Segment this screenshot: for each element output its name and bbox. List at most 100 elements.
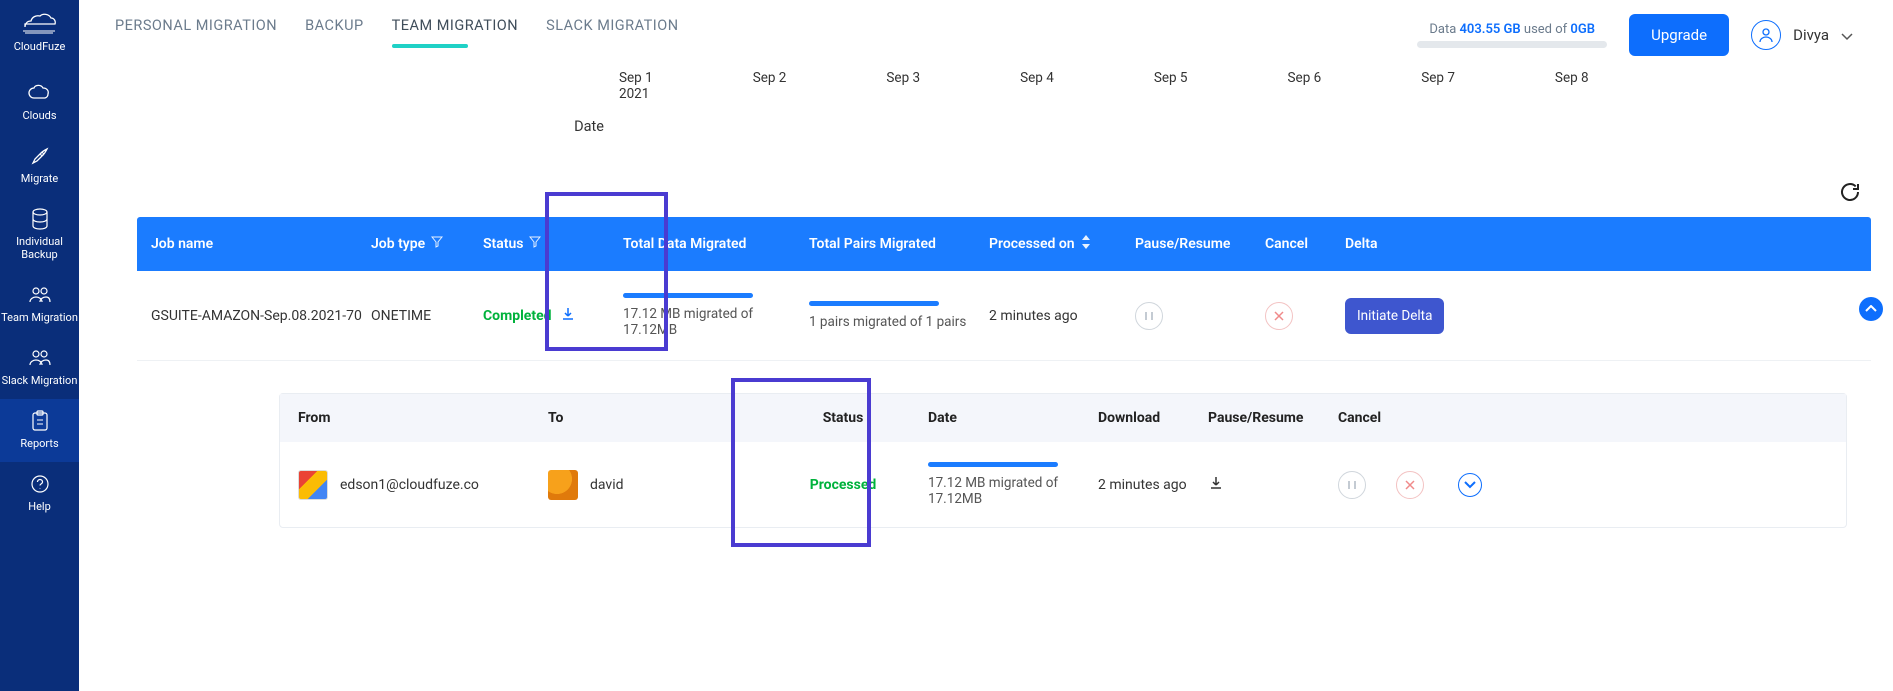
pause-button[interactable] [1135,302,1163,330]
amazon-s3-icon [548,470,578,500]
timeline-date: Sep 7 [1421,70,1455,102]
cell-download-time: 2 minutes ago [1098,477,1208,493]
th-pause: Pause/Resume [1135,236,1265,252]
timeline-date: Sep 2 [753,70,787,102]
cell-processed-on: 2 minutes ago [989,308,1135,324]
usage-bar [1417,41,1607,48]
sub-table: From To Status Date Download Pause/Resum… [279,393,1847,528]
sub-table-header: From To Status Date Download Pause/Resum… [280,394,1846,442]
sidebar-item-help[interactable]: Help [0,462,79,525]
timeline-date: Sep 6 [1288,70,1322,102]
users-icon [27,283,53,307]
timeline-date: Sep 1 2021 [619,70,653,102]
download-icon[interactable] [1208,479,1224,495]
cell-data-migrated: 17.12 MB migrated of 17.12MB [623,293,809,338]
usage-text: Data 403.55 GB used of 0GB [1429,22,1595,37]
upgrade-button[interactable]: Upgrade [1629,14,1729,56]
user-name: Divya [1793,26,1829,44]
timeline-date: Sep 3 [886,70,920,102]
initiate-delta-button[interactable]: Initiate Delta [1345,298,1444,334]
sidebar-item-individual-backup[interactable]: Individual Backup [0,197,79,273]
th-total-data: Total Data Migrated [623,236,809,252]
sub-th-date: Date [928,410,1098,426]
sub-th-to: To [548,410,758,426]
sub-th-cancel: Cancel [1338,410,1458,426]
pause-button[interactable] [1338,471,1366,499]
sidebar-item-label: Slack Migration [2,374,78,387]
cloudfuze-logo-icon [21,12,57,36]
sub-th-from: From [298,410,548,426]
sidebar-item-label: Help [28,500,51,513]
filter-icon [529,236,541,252]
sub-th-download: Download [1098,410,1208,426]
timeline-date: Sep 4 [1020,70,1054,102]
data-usage: Data 403.55 GB used of 0GB [1417,22,1607,48]
cancel-button[interactable] [1265,302,1293,330]
cell-delta: Initiate Delta [1345,298,1485,334]
cloud-icon [27,81,53,105]
table-header: Job name Job type Status Total Data Migr… [137,217,1871,271]
app-logo: CloudFuze [14,12,66,53]
sub-th-pause: Pause/Resume [1208,410,1338,426]
cell-to: david [548,470,758,500]
download-icon[interactable] [560,306,576,326]
users-icon [27,346,53,370]
sidebar-item-label: Migrate [21,172,58,185]
tab-personal-migration[interactable]: PERSONAL MIGRATION [115,17,277,54]
avatar-icon [1751,20,1781,50]
cell-job-type: ONETIME [371,308,483,324]
rocket-icon [27,144,53,168]
sidebar-item-clouds[interactable]: Clouds [0,71,79,134]
sidebar-item-reports[interactable]: Reports [0,399,79,462]
sidebar-item-migrate[interactable]: Migrate [0,134,79,197]
cell-status: Completed [483,306,623,326]
th-job-type[interactable]: Job type [371,236,483,252]
th-job-name: Job name [151,236,371,252]
jobs-table: Job name Job type Status Total Data Migr… [137,217,1871,528]
cell-job-name: GSUITE-AMAZON-Sep.08.2021-70 [151,308,371,324]
user-menu[interactable]: Divya [1751,20,1853,50]
progress-bar [809,301,939,306]
cell-download-icon [1208,475,1338,495]
app-name: CloudFuze [14,40,66,53]
th-status[interactable]: Status [483,236,623,252]
database-icon [27,207,53,231]
sub-th-status: Status [758,410,928,426]
cell-expand [1458,473,1528,497]
th-delta: Delta [1345,236,1485,252]
timeline: Sep 1 2021 Sep 2 Sep 3 Sep 4 Sep 5 Sep 6… [79,70,1893,102]
axis-label: Date [539,118,639,135]
topbar: PERSONAL MIGRATION BACKUP TEAM MIGRATION… [79,0,1893,56]
sort-icon [1081,235,1091,253]
filter-icon [431,236,443,252]
sidebar-item-label: Individual Backup [0,235,79,261]
cell-date: 17.12 MB migrated of 17.12MB [928,462,1098,507]
cell-pause [1135,302,1265,330]
cell-pause-cancel [1338,471,1458,499]
cell-from: edson1@cloudfuze.co [298,470,548,500]
expand-row-button[interactable] [1859,297,1883,321]
cell-cancel [1265,302,1345,330]
clipboard-icon [27,409,53,433]
cell-pairs-migrated: 1 pairs migrated of 1 pairs [809,301,989,330]
tab-backup[interactable]: BACKUP [305,17,364,54]
th-processed-on[interactable]: Processed on [989,235,1135,253]
sidebar-item-slack-migration[interactable]: Slack Migration [0,336,79,399]
progress-bar [623,293,753,298]
expand-sub-row-button[interactable] [1458,473,1482,497]
tab-slack-migration[interactable]: SLACK MIGRATION [546,17,678,54]
progress-bar [928,462,1058,467]
th-total-pairs: Total Pairs Migrated [809,236,989,252]
tab-team-migration[interactable]: TEAM MIGRATION [392,17,518,54]
top-tabs: PERSONAL MIGRATION BACKUP TEAM MIGRATION… [115,17,679,54]
help-icon [27,472,53,496]
sidebar-item-team-migration[interactable]: Team Migration [0,273,79,336]
timeline-date: Sep 5 [1154,70,1188,102]
header-right: Data 403.55 GB used of 0GB Upgrade Divya [1417,14,1863,56]
timeline-date: Sep 8 [1555,70,1589,102]
cancel-button[interactable] [1396,471,1424,499]
th-cancel: Cancel [1265,236,1345,252]
sidebar-item-label: Clouds [22,109,56,122]
refresh-icon[interactable] [1839,181,1861,207]
gsuite-icon [298,470,328,500]
